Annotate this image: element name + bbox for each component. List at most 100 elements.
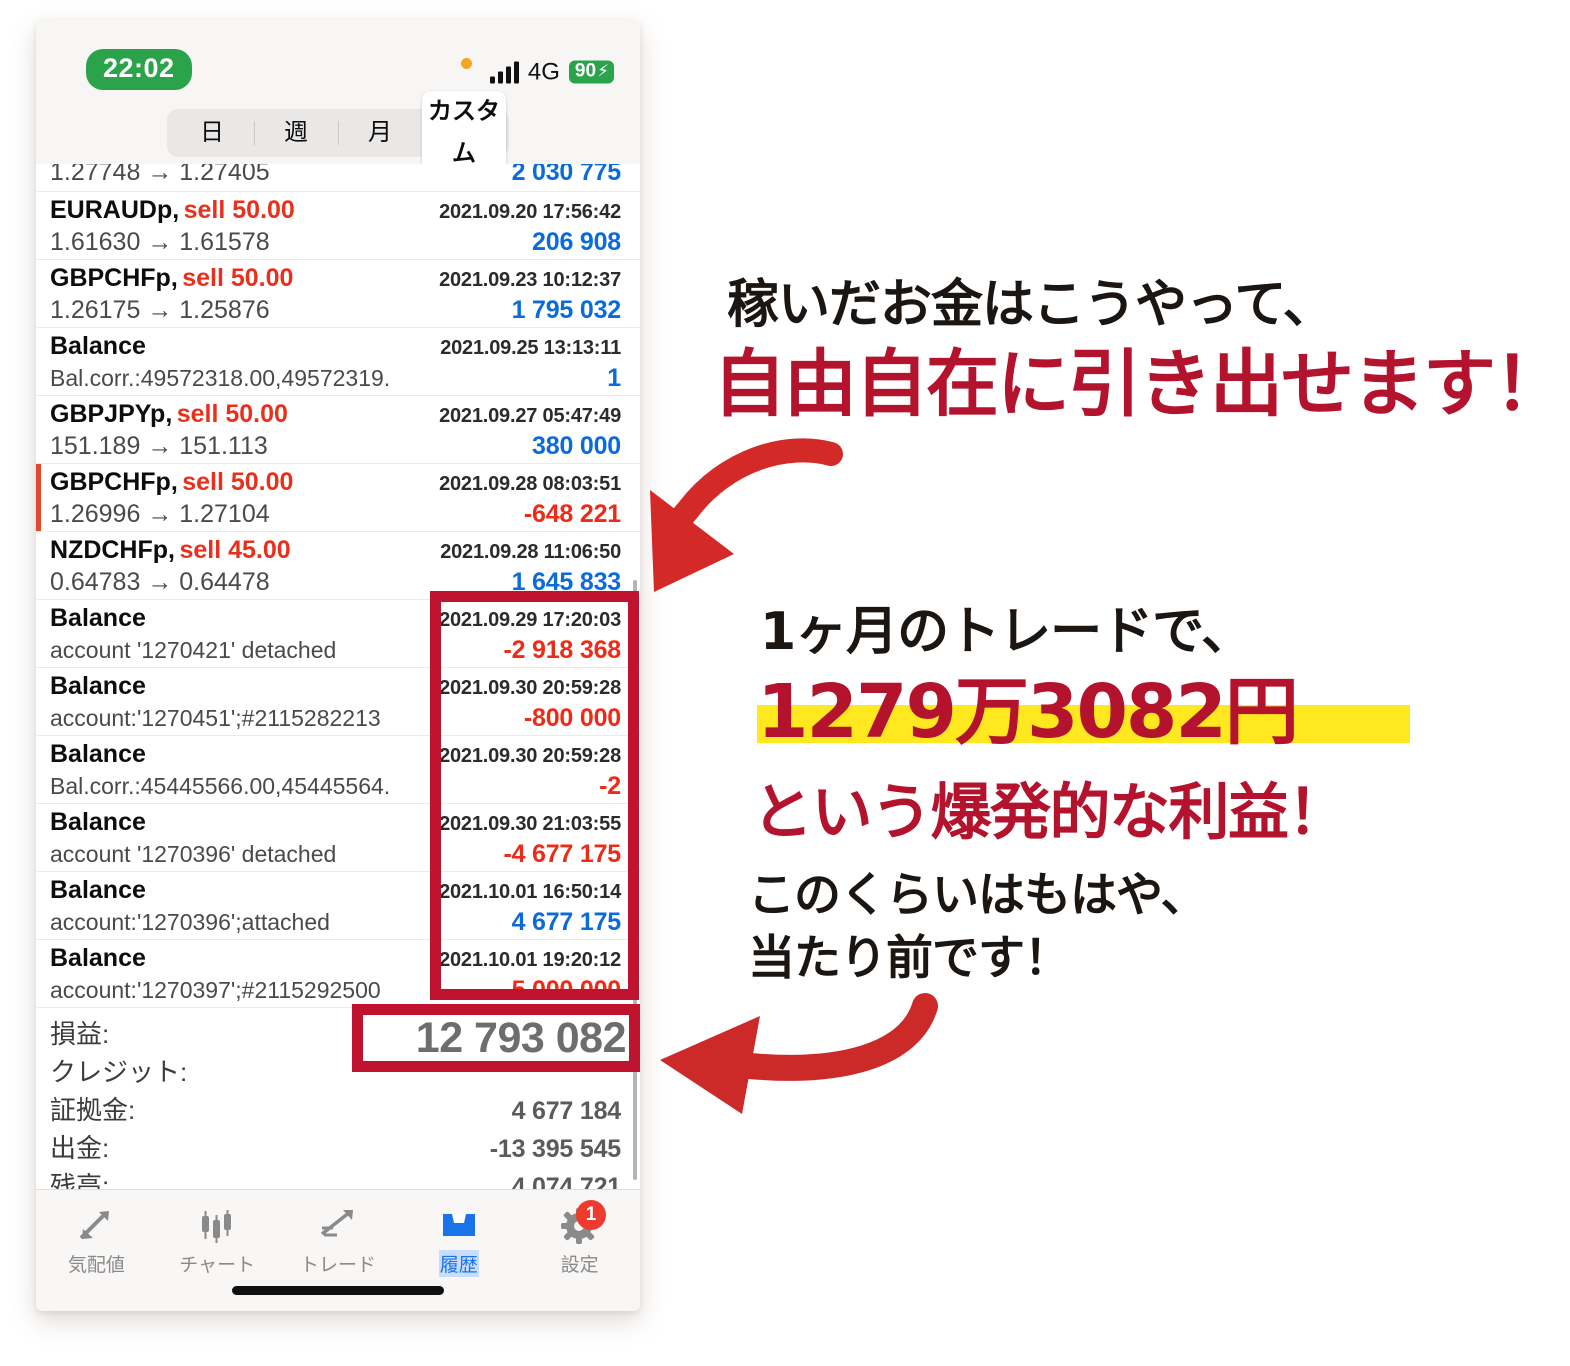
history-row-price: account '1270421' detached (50, 637, 337, 663)
summary-row: 証拠金: 4 677 184 (50, 1090, 621, 1128)
segment-week[interactable]: 週 (254, 112, 338, 154)
period-filter-bar: 日 週 月 カスタム (36, 91, 640, 175)
history-row-amount: -648 221 (523, 500, 621, 528)
history-row[interactable]: 1.27748 → 1.27405 2 030 775 (36, 164, 640, 192)
history-row-title: Balance (50, 740, 146, 769)
history-row-header: GBPCHFp, sell 50.00 2021.09.23 10:12:37 (50, 264, 621, 296)
history-row-symbol-side: GBPCHFp, sell 50.00 (50, 468, 293, 497)
history-row-price: account:'1270397';#2115292500 (50, 977, 381, 1003)
history-row-detail: 1.61630 → 1.61578 206 908 (50, 228, 621, 260)
history-row-timestamp: 2021.09.28 11:06:50 (440, 541, 621, 563)
history-row[interactable]: GBPJPYp, sell 50.00 2021.09.27 05:47:49 15… (36, 396, 640, 464)
tab-settings[interactable]: 1 設定 (519, 1200, 640, 1277)
tab-chart[interactable]: チャート (157, 1202, 278, 1277)
history-row-detail: 151.189 → 151.113 380 000 (50, 432, 621, 464)
history-row-timestamp: 2021.09.23 10:12:37 (439, 269, 621, 291)
summary-row-label: クレジット: (50, 1057, 188, 1087)
summary-row-label: 損益: (50, 1019, 110, 1049)
annotation-arrow-to-profit (660, 993, 938, 1114)
history-row-symbol-side: NZDCHFp, sell 45.00 (50, 536, 291, 565)
history-row-price: account '1270396' detached (50, 841, 337, 867)
history-row-amount: 2 030 775 (511, 164, 622, 186)
history-row-side: sell 50.00 (183, 196, 295, 224)
mic-active-dot-icon (461, 58, 472, 69)
history-row[interactable]: EURAUDp, sell 50.00 2021.09.20 17:56:42 1.… (36, 192, 640, 260)
history-row-symbol: NZDCHFp, (50, 536, 175, 564)
history-row-amount: 206 908 (532, 228, 621, 256)
history-row-type: Balance (50, 332, 146, 360)
summary-row-label: 証拠金: (50, 1095, 136, 1125)
history-row-header: GBPJPYp, sell 50.00 2021.09.27 05:47:49 (50, 400, 621, 432)
tab-chart-label: チャート (179, 1255, 256, 1276)
history-row-timestamp: 2021.09.25 13:13:11 (440, 337, 621, 359)
history-row-header: EURAUDp, sell 50.00 2021.09.20 17:56:42 (50, 196, 621, 228)
segment-month[interactable]: 月 (338, 112, 422, 154)
candlestick-chart-icon (157, 1202, 278, 1248)
history-row-symbol: GBPJPYp, (50, 400, 173, 428)
battery-level-label: 90 (574, 60, 597, 82)
annotation-arrow-to-withdrawals (650, 438, 843, 592)
quotes-arrows-icon (36, 1202, 157, 1248)
history-row-type: Balance (50, 944, 146, 972)
annotation-line-4: 1279万3082円 (757, 669, 1299, 755)
signal-strength-icon (489, 61, 519, 84)
history-row-type: Balance (50, 740, 146, 768)
history-row-type: Balance (50, 604, 146, 632)
history-row-price: 151.189 → 151.113 (50, 432, 268, 460)
history-row-price: account:'1270396';attached (50, 909, 330, 935)
tab-history[interactable]: 履歴 (398, 1202, 519, 1277)
history-row-header: GBPCHFp, sell 50.00 2021.09.28 08:03:51 (50, 468, 621, 500)
history-row-price: 1.61630 → 1.61578 (50, 228, 270, 256)
history-row[interactable]: GBPCHFp, sell 50.00 2021.09.23 10:12:37 1.… (36, 260, 640, 328)
tab-quotes[interactable]: 気配値 (36, 1202, 157, 1277)
history-row-price: 0.64783 → 0.64478 (50, 568, 270, 596)
annotation-line-2: 自由自在に引き出せます！ (713, 342, 1567, 427)
history-row-detail: Bal.corr.:49572318.00,49572319. 1 (50, 364, 621, 396)
history-row[interactable]: GBPCHFp, sell 50.00 2021.09.28 08:03:51 1.… (36, 464, 640, 532)
summary-row-label: 出金: (50, 1133, 110, 1163)
status-indicators: 4G 90 ⚡ (489, 60, 614, 84)
tab-quotes-label: 気配値 (67, 1255, 125, 1276)
screenshot-root: 22:02 4G 90 ⚡ 日 週 月 カスタム 1.27748 → 1.274… (0, 0, 1570, 1366)
history-row-symbol-side: GBPJPYp, sell 50.00 (50, 400, 288, 429)
history-row-price: account:'1270451';#2115282213 (50, 705, 381, 731)
history-row-price: 1.26996 → 1.27104 (50, 500, 270, 528)
history-row-timestamp: 2021.09.27 05:47:49 (439, 405, 621, 427)
history-row-detail: 1.26175 → 1.25876 1 795 032 (50, 296, 621, 328)
history-row-symbol: GBPCHFp, (50, 264, 178, 292)
annotation-line-6: このくらいはもはや、 (748, 868, 1208, 923)
history-row-price: 1.26175 → 1.25876 (50, 296, 270, 324)
history-row-title: Balance (50, 604, 146, 633)
annotation-line-5: という爆発的な利益！ (752, 777, 1349, 848)
trend-up-icon (278, 1202, 399, 1248)
battery-charging-icon: ⚡ (597, 61, 609, 81)
history-row-timestamp: 2021.09.28 08:03:51 (439, 473, 621, 495)
history-row-price: Bal.corr.:45445566.00,45445564. (50, 773, 391, 799)
status-bar: 22:02 4G 90 ⚡ (36, 20, 640, 102)
segmented-control[interactable]: 日 週 月 カスタム (167, 91, 509, 175)
tab-settings-label: 設定 (560, 1255, 599, 1276)
history-row[interactable]: Balance 2021.09.25 13:13:11 Bal.corr.:4957… (36, 328, 640, 396)
summary-row-value: -13 395 545 (489, 1135, 621, 1163)
history-row-type: Balance (50, 876, 146, 904)
history-inbox-icon (398, 1202, 519, 1248)
history-row-side: sell 45.00 (179, 536, 291, 564)
segment-day[interactable]: 日 (170, 112, 254, 154)
battery-indicator: 90 ⚡ (568, 60, 614, 84)
history-row-side: sell 50.00 (182, 264, 294, 292)
bottom-tab-bar[interactable]: 気配値 チャート トレード 履歴 1 設定 (36, 1189, 640, 1311)
history-row-detail: 1.27748 → 1.27405 2 030 775 (50, 164, 621, 190)
tab-trade[interactable]: トレード (278, 1202, 399, 1277)
history-row-header: NZDCHFp, sell 45.00 2021.09.28 11:06:50 (50, 536, 621, 568)
history-row[interactable]: NZDCHFp, sell 45.00 2021.09.28 11:06:50 0.… (36, 532, 640, 600)
annotation-line-7: 当たり前です！ (748, 931, 1071, 986)
history-row-type: Balance (50, 808, 146, 836)
settings-badge: 1 (575, 1200, 606, 1230)
summary-row: 出金: -13 395 545 (50, 1128, 621, 1166)
status-clock: 22:02 (86, 49, 192, 90)
history-row-header: Balance 2021.09.25 13:13:11 (50, 332, 621, 364)
segment-custom[interactable]: カスタム (422, 91, 506, 175)
history-row-symbol: EURAUDp, (50, 196, 180, 224)
history-row-type: Balance (50, 672, 146, 700)
tab-trade-label: トレード (299, 1255, 376, 1276)
